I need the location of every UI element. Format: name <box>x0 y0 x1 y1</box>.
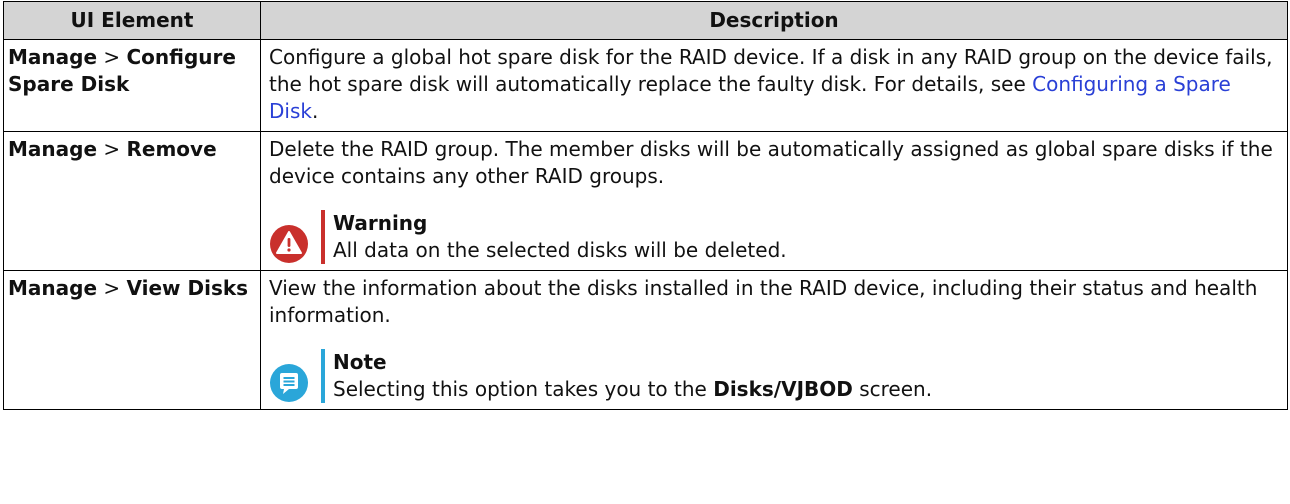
description-text: Delete the RAID group. The member disks … <box>269 137 1273 188</box>
ui-element-sub: View Disks <box>126 276 249 300</box>
header-description: Description <box>260 1 1288 40</box>
table-header-row: UI Element Description <box>3 1 1288 40</box>
note-bar <box>321 349 325 403</box>
warning-title: Warning <box>333 211 428 235</box>
ui-element-table: UI Element Description Manage > Configur… <box>3 1 1288 410</box>
note-text: Selecting this option takes you to the D… <box>333 377 933 401</box>
note-title: Note <box>333 350 387 374</box>
description-text: View the information about the disks ins… <box>269 276 1258 327</box>
description-cell: View the information about the disks ins… <box>260 270 1288 410</box>
disks-vjbod-label: Disks/VJBOD <box>713 377 853 401</box>
ui-element-main: Manage <box>8 276 98 300</box>
ui-element-cell: Manage > Configure Spare Disk <box>3 39 261 132</box>
note-callout: Note Selecting this option takes you to … <box>269 349 1279 403</box>
ui-element-sub: Remove <box>126 137 217 161</box>
note-icon <box>270 364 308 402</box>
ui-element-cell: Manage > View Disks <box>3 270 261 410</box>
table-row: Manage > Configure Spare Disk Configure … <box>3 39 1288 132</box>
description-cell: Delete the RAID group. The member disks … <box>260 131 1288 271</box>
ui-element-cell: Manage > Remove <box>3 131 261 271</box>
description-cell: Configure a global hot spare disk for th… <box>260 39 1288 132</box>
warning-bar <box>321 210 325 264</box>
ui-element-separator: > <box>103 45 121 69</box>
table-row: Manage > Remove Delete the RAID group. T… <box>3 131 1288 271</box>
description-end: . <box>311 99 319 123</box>
ui-element-main: Manage <box>8 45 98 69</box>
table-row: Manage > View Disks View the information… <box>3 270 1288 410</box>
ui-element-separator: > <box>103 137 121 161</box>
header-ui-element: UI Element <box>3 1 261 40</box>
warning-icon <box>270 225 308 263</box>
ui-element-separator: > <box>103 276 121 300</box>
warning-callout: Warning All data on the selected disks w… <box>269 210 1279 264</box>
warning-text: All data on the selected disks will be d… <box>333 238 787 262</box>
ui-element-main: Manage <box>8 137 98 161</box>
